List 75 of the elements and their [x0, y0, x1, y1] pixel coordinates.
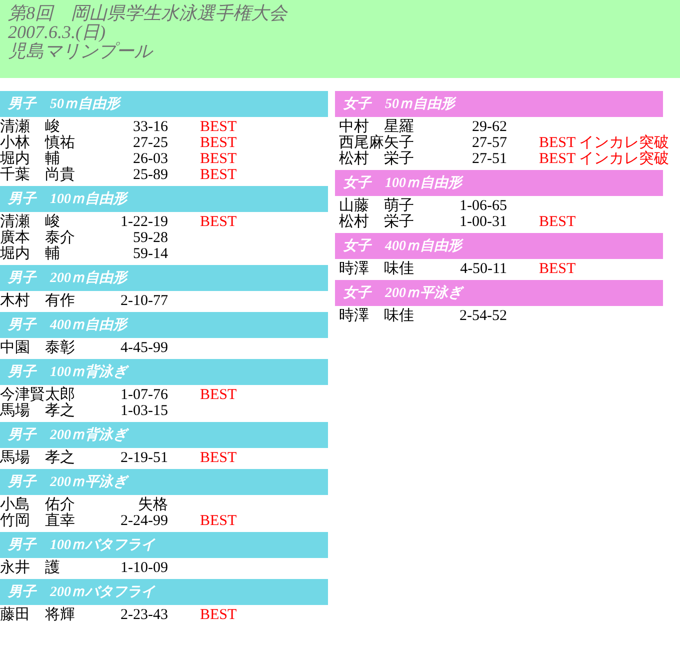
race-time: 1-22-19	[120, 214, 168, 230]
swimmer-name: 中園 泰彰	[0, 340, 76, 356]
swimmer-name: 廣本 泰介	[0, 230, 76, 246]
race-time: 1-10-09	[120, 560, 168, 576]
swimmer-name: 山藤 萌子	[339, 198, 415, 214]
event-header: 男子 100ｍ背泳ぎ	[0, 359, 328, 385]
race-time: 25-89	[132, 167, 168, 183]
record-note: BEST インカレ突破	[539, 151, 670, 167]
record-note: BEST	[539, 261, 576, 277]
swimmer-name: 馬場 孝之	[0, 403, 76, 419]
record-note: BEST	[200, 151, 237, 167]
race-time: 1-06-65	[458, 198, 507, 214]
race-time: 4-45-99	[120, 340, 168, 356]
event-header: 男子 200ｍバタフライ	[0, 579, 328, 605]
event-header: 男子 200ｍ平泳ぎ	[0, 469, 328, 495]
event-header: 男子 400ｍ自由形	[0, 312, 328, 338]
race-time: 2-54-52	[458, 308, 507, 324]
swimmer-name: 堀内 輔	[0, 151, 60, 167]
record-note: BEST	[200, 387, 237, 403]
race-time: 2-19-51	[120, 450, 168, 466]
swimmer-name: 西尾麻矢子	[339, 135, 415, 151]
event-header: 男子 200ｍ自由形	[0, 265, 328, 291]
race-time: 2-10-77	[120, 293, 168, 309]
record-note: BEST インカレ突破	[539, 135, 670, 151]
swimmer-name: 松村 栄子	[339, 151, 415, 167]
swimmer-name: 馬場 孝之	[0, 450, 76, 466]
swimmer-name: 時澤 味佳	[339, 308, 415, 324]
swimmer-name: 藤田 将輝	[0, 607, 76, 623]
race-time: 1-03-15	[120, 403, 168, 419]
swimmer-name: 木村 有作	[0, 293, 76, 309]
race-time: 27-51	[471, 151, 507, 167]
race-time: 4-50-11	[459, 261, 507, 277]
race-time: 59-28	[132, 230, 168, 246]
record-note: BEST	[200, 135, 237, 151]
swimmer-name: 清瀬 峻	[0, 119, 60, 135]
header-text: 第8回 岡山県学生水泳選手権大会	[8, 4, 289, 23]
race-time: 33-16	[132, 119, 168, 135]
race-time: 失格	[137, 497, 168, 513]
race-time: 27-57	[471, 135, 507, 151]
race-time: 1-07-76	[120, 387, 168, 403]
event-header: 女子 50ｍ自由形	[335, 91, 663, 117]
swimmer-name: 清瀬 峻	[0, 214, 61, 230]
record-note: BEST	[200, 167, 237, 183]
swimmer-name: 松村 栄子	[339, 214, 415, 230]
record-note: BEST	[200, 450, 237, 466]
race-time: 27-25	[132, 135, 168, 151]
swimmer-name: 堀内 輔	[0, 246, 61, 262]
swimmer-name: 今津賢太郎	[0, 387, 76, 403]
event-header: 女子 400ｍ自由形	[335, 233, 663, 259]
race-time: 59-14	[132, 246, 168, 262]
race-time: 1-00-31	[458, 214, 507, 230]
race-time: 26-03	[132, 151, 168, 167]
record-note: BEST	[200, 214, 237, 230]
swimmer-name: 中村 星羅	[339, 119, 415, 135]
event-header: 男子 100ｍ自由形	[0, 186, 328, 212]
swimmer-name: 時澤 味佳	[339, 261, 415, 277]
event-header: 女子 200ｍ平泳ぎ	[335, 280, 663, 306]
header-text: 2007.6.3.(日)	[8, 23, 106, 42]
event-header: 男子 100ｍバタフライ	[0, 532, 328, 558]
record-note: BEST	[200, 607, 237, 623]
event-header: 女子 100ｍ自由形	[335, 170, 663, 196]
record-note: BEST	[539, 214, 576, 230]
swimmer-name: 小島 佑介	[0, 497, 76, 513]
race-time: 29-62	[471, 119, 507, 135]
swimmer-name: 千葉 尚貴	[0, 167, 76, 183]
swimmer-name: 小林 慎祐	[0, 135, 76, 151]
header-text: 児島マリンプール	[8, 42, 154, 61]
record-note: BEST	[200, 513, 237, 529]
event-header: 男子 200ｍ背泳ぎ	[0, 422, 328, 448]
race-time: 2-23-43	[120, 607, 168, 623]
swimmer-name: 永井 護	[0, 560, 61, 576]
swimmer-name: 竹岡 直幸	[0, 513, 76, 529]
event-header: 男子 50ｍ自由形	[0, 91, 328, 117]
record-note: BEST	[200, 119, 237, 135]
race-time: 2-24-99	[120, 513, 168, 529]
